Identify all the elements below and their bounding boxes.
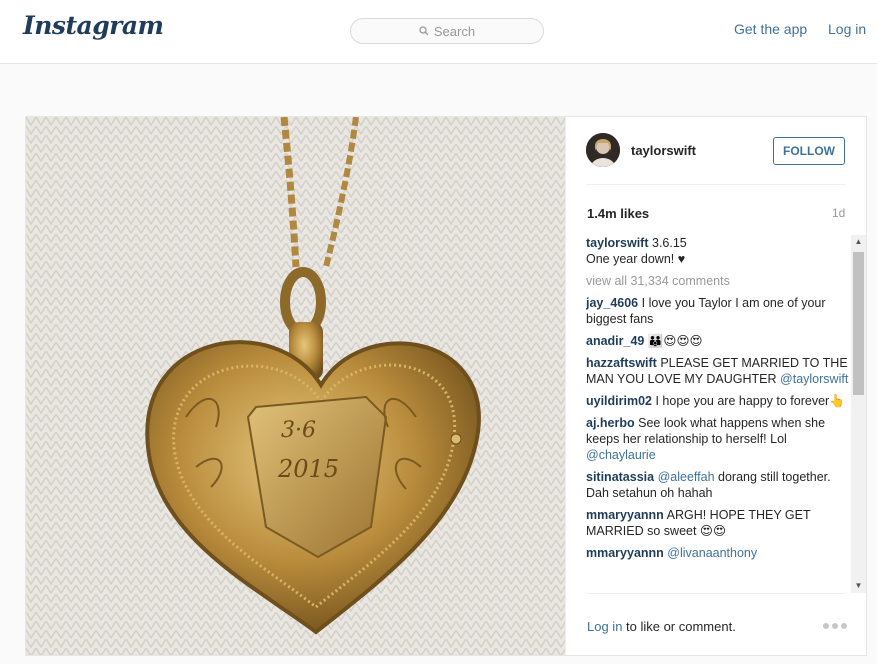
list-item: mmaryyannn ARGH! HOPE THEY GET MARRIED s…	[586, 507, 850, 539]
comment-username[interactable]: aj.herbo	[586, 416, 635, 430]
caption-line-1: 3.6.15	[652, 236, 687, 250]
search-input[interactable]: Search	[350, 18, 544, 44]
svg-text:2015: 2015	[277, 455, 339, 483]
comment-username[interactable]: anadir_49	[586, 334, 644, 348]
comment-mention[interactable]: @aleeffah	[658, 470, 715, 484]
list-item: jay_4606 I love you Taylor I am one of y…	[586, 295, 850, 327]
caption: taylorswift 3.6.15 One year down! ♥	[586, 235, 850, 267]
likes-count[interactable]: 1.4m likes	[587, 206, 649, 221]
top-navigation-bar: Instagram Search Get the app Log in	[0, 0, 877, 64]
footer-login-link[interactable]: Log in	[587, 619, 622, 634]
instagram-logo[interactable]: Instagram	[23, 11, 164, 40]
scroll-down-icon[interactable]: ▼	[851, 579, 866, 593]
author-avatar[interactable]	[586, 133, 620, 167]
comment-username[interactable]: uyildirim02	[586, 394, 652, 408]
post-sidebar: taylorswift FOLLOW 1.4m likes 1d taylors…	[565, 117, 866, 655]
login-link[interactable]: Log in	[828, 21, 866, 37]
post-author-header: taylorswift FOLLOW	[586, 133, 846, 185]
list-item: anadir_49 👪😍😍😍	[586, 333, 850, 349]
post-footer: Log in to like or comment.	[586, 593, 847, 655]
list-item: uyildirim02 I hope you are happy to fore…	[586, 393, 850, 409]
author-username[interactable]: taylorswift	[631, 143, 696, 158]
post-age[interactable]: 1d	[832, 206, 845, 220]
scrollbar-thumb[interactable]	[853, 252, 864, 395]
scroll-up-icon[interactable]: ▲	[851, 235, 866, 249]
comment-username[interactable]: mmaryyannn	[586, 546, 664, 560]
comments-list: taylorswift 3.6.15 One year down! ♥ view…	[586, 235, 850, 593]
comment-username[interactable]: hazzaftswift	[586, 356, 657, 370]
search-icon	[419, 26, 429, 36]
comment-text: I hope you are happy to forever👆	[655, 394, 845, 408]
comment-mention[interactable]: @livanaanthony	[667, 546, 757, 560]
comment-mention[interactable]: @taylorswift	[780, 372, 848, 386]
svg-text:3·6: 3·6	[281, 418, 316, 443]
comment-text: 👪😍😍😍	[647, 334, 703, 348]
list-item: aj.herbo See look what happens when she …	[586, 415, 850, 463]
list-item: sitinatassia @aleeffah dorang still toge…	[586, 469, 850, 501]
list-item: mmaryyannn @livanaanthony	[586, 545, 850, 561]
comment-username[interactable]: mmaryyannn	[586, 508, 664, 522]
view-all-comments-link[interactable]: view all 31,334 comments	[586, 273, 850, 289]
caption-username[interactable]: taylorswift	[586, 236, 649, 250]
more-options-icon[interactable]	[823, 623, 847, 629]
search-placeholder: Search	[433, 23, 476, 39]
comment-username[interactable]: jay_4606	[586, 296, 638, 310]
comment-mention[interactable]: @chaylaurie	[586, 448, 656, 462]
post-photo[interactable]: 3·6 2015	[26, 117, 565, 655]
comment-username[interactable]: sitinatassia	[586, 470, 654, 484]
caption-line-2: One year down! ♥	[586, 252, 686, 266]
footer-prompt-text: to like or comment.	[626, 619, 736, 634]
follow-button[interactable]: FOLLOW	[773, 137, 845, 165]
post-card: 3·6 2015 taylorswift FOLLOW 1.4m likes 1…	[25, 116, 867, 656]
comments-scrollbar[interactable]: ▲ ▼	[851, 235, 866, 593]
list-item: hazzaftswift PLEASE GET MARRIED TO THE M…	[586, 355, 850, 387]
get-the-app-link[interactable]: Get the app	[734, 21, 807, 37]
